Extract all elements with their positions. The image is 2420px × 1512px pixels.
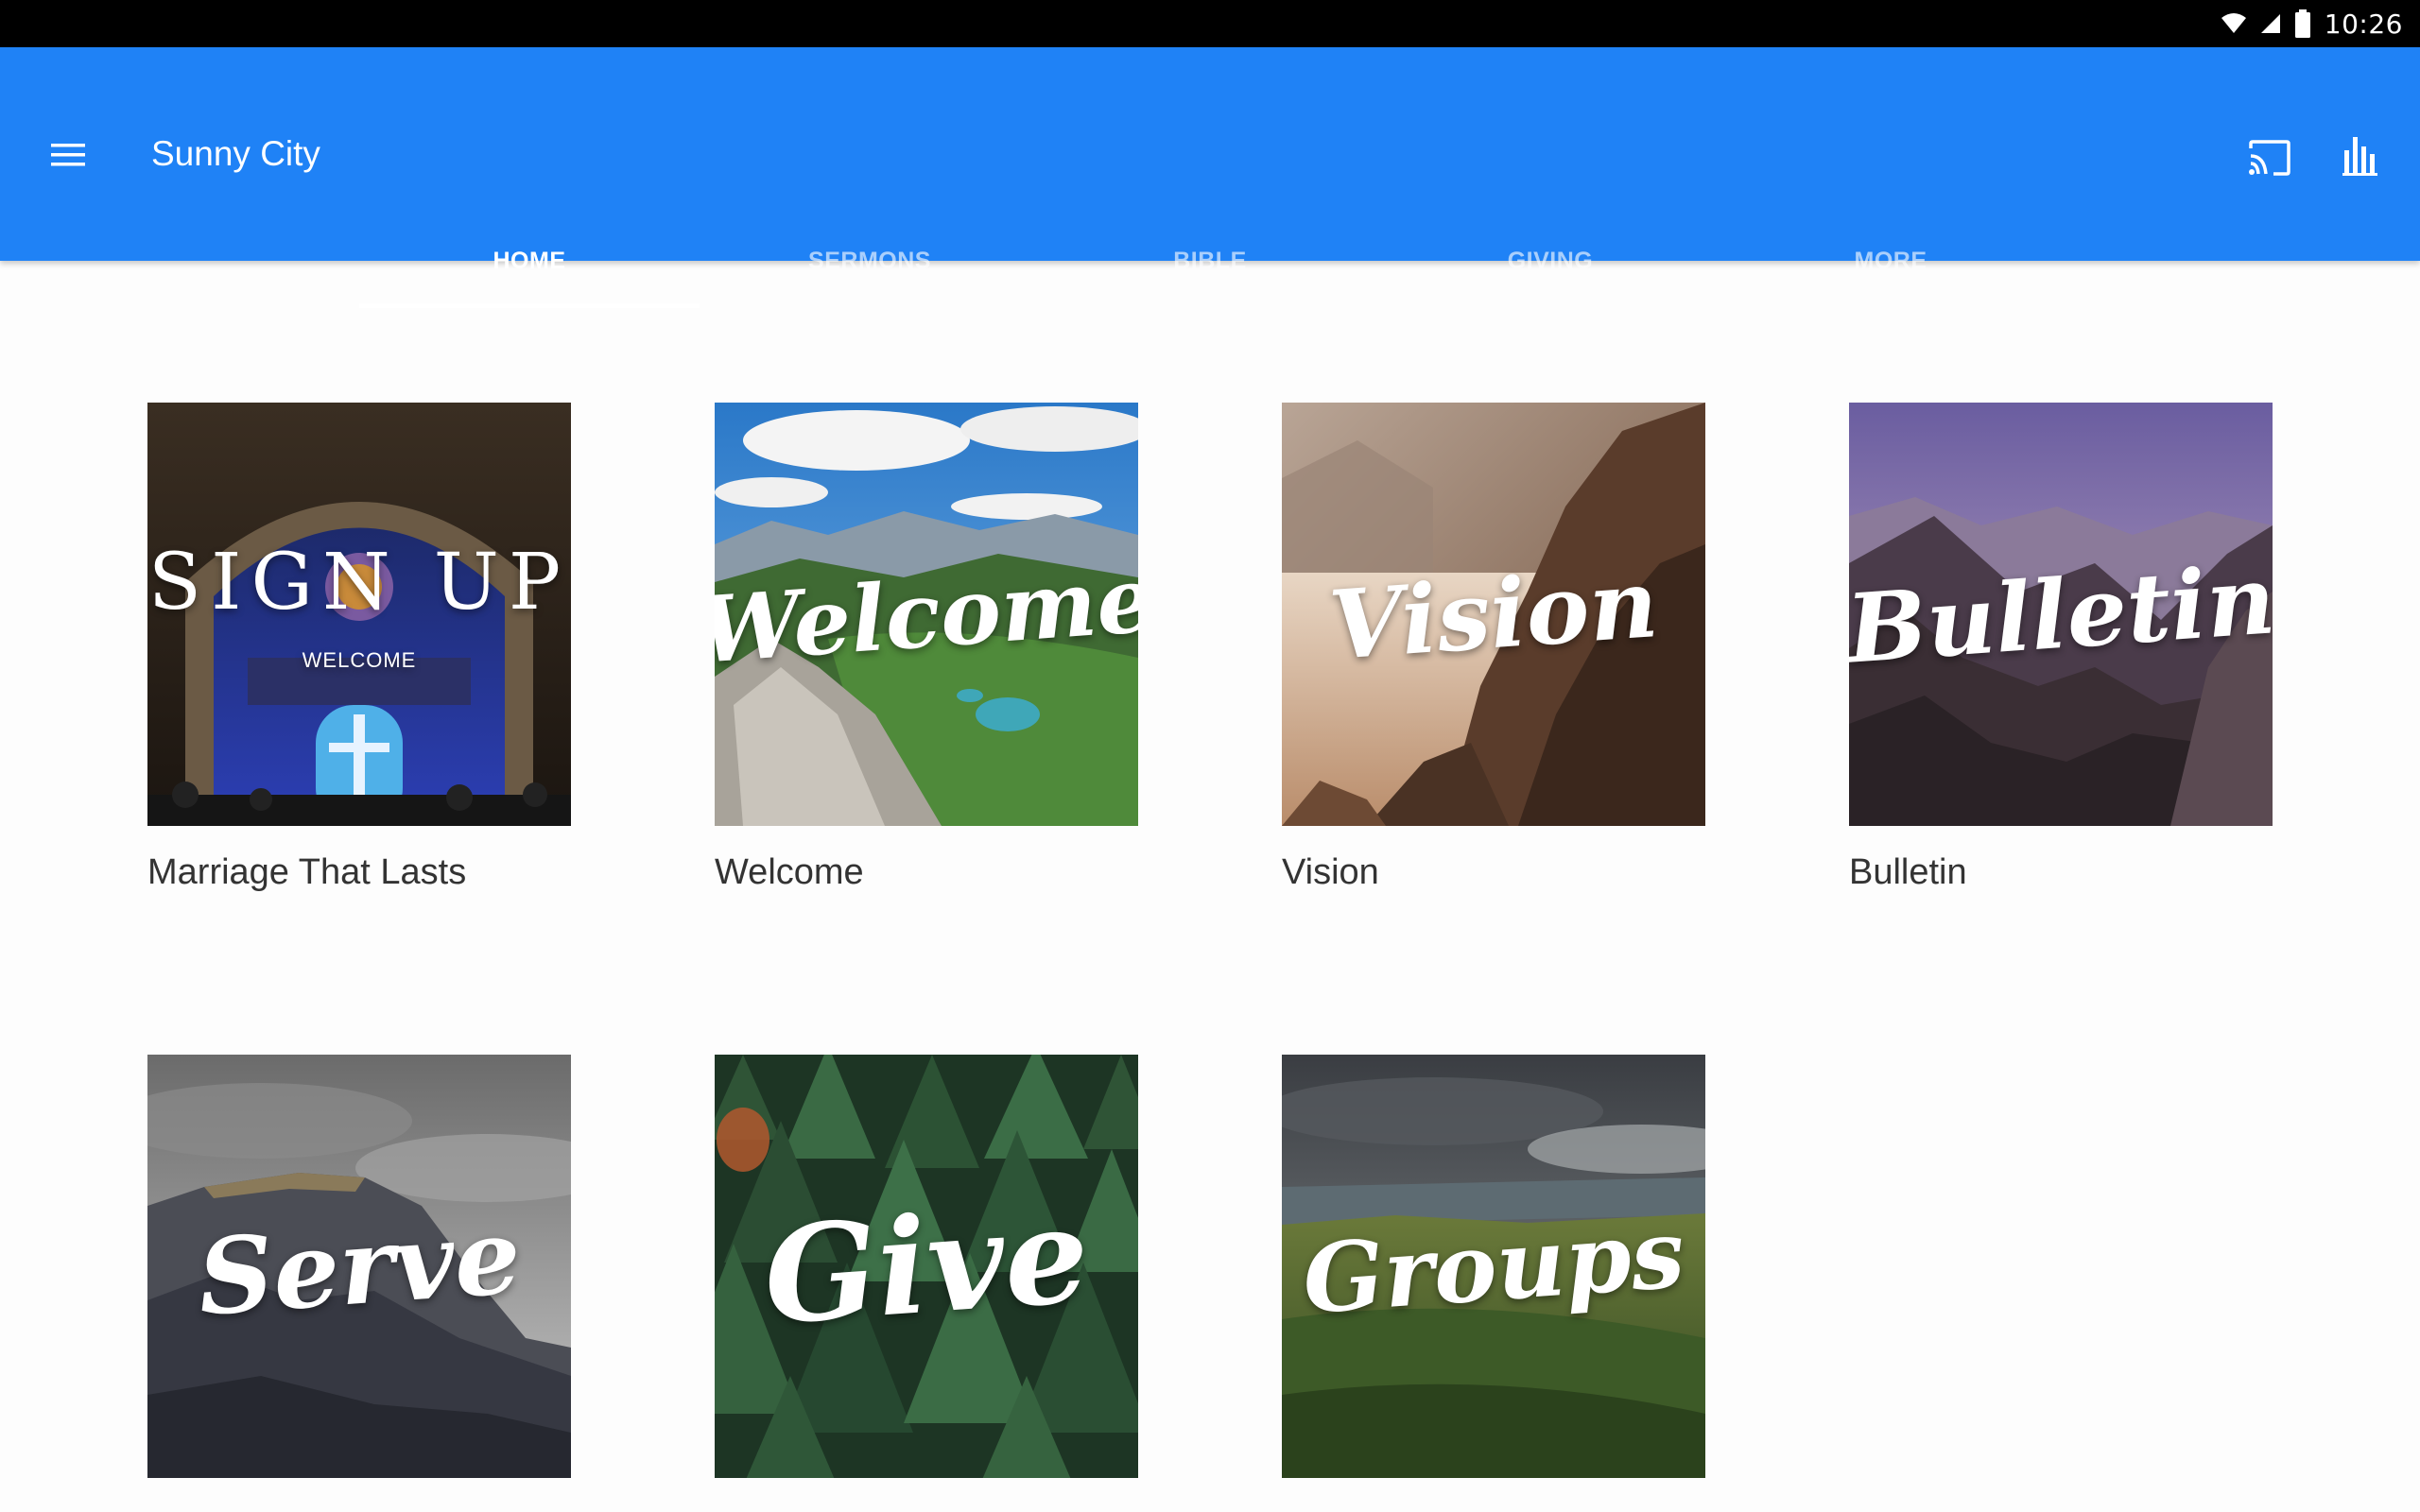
battery-icon [2294, 9, 2310, 38]
card-image: Give [715, 1055, 1138, 1478]
card-image-text: Groups [1299, 1197, 1688, 1335]
menu-icon [51, 144, 85, 166]
card-caption: Vision [1282, 852, 1379, 892]
card-image-text: SIGN UP WELCOME [147, 537, 571, 672]
tab-home[interactable]: HOME [359, 214, 700, 308]
card-image-text: Vision [1325, 547, 1662, 681]
card-image: SIGN UP WELCOME [147, 403, 571, 826]
card-image-text: Bulletin [1849, 543, 2273, 685]
card-image-text: Serve [194, 1194, 525, 1339]
card-image: Bulletin [1849, 403, 2273, 826]
card-caption: Welcome [715, 852, 864, 892]
tab-more[interactable]: MORE [1720, 214, 2061, 308]
card-marriage-that-lasts[interactable]: SIGN UP WELCOME Marriage That Lasts [147, 403, 571, 893]
card-caption: Marriage That Lasts [147, 852, 467, 892]
card-serve[interactable]: Serve [147, 1055, 571, 1478]
tab-giving[interactable]: GIVING [1380, 214, 1720, 308]
tab-bible[interactable]: BIBLE [1040, 214, 1380, 308]
app-title: Sunny City [151, 134, 320, 173]
card-image: Serve [147, 1055, 571, 1478]
cast-icon [2249, 140, 2290, 176]
stats-button[interactable] [2333, 129, 2388, 183]
status-icons: 10:26 [2221, 0, 2403, 47]
card-bulletin[interactable]: Bulletin Bulletin [1849, 403, 2273, 893]
card-image: Groups [1282, 1055, 1705, 1478]
card-welcome[interactable]: Welcome Welcome [715, 403, 1138, 893]
cast-button[interactable] [2242, 130, 2297, 185]
card-caption: Bulletin [1849, 852, 1967, 892]
card-give[interactable]: Give [715, 1055, 1138, 1478]
card-image-text: Give [759, 1177, 1094, 1355]
signal-icon [2260, 14, 2280, 33]
card-image: Welcome [715, 403, 1138, 826]
card-image: Vision [1282, 403, 1705, 826]
bar-chart-icon [2342, 137, 2377, 176]
status-bar: 10:26 [0, 0, 2420, 47]
card-image-text: Welcome [715, 544, 1138, 684]
tab-bar: HOME SERMONS BIBLE GIVING MORE [359, 214, 2061, 308]
wifi-icon [2221, 13, 2246, 33]
menu-button[interactable] [40, 127, 96, 183]
app-bar: Sunny City HOME SERMONS BIBLE GIVING MOR… [0, 47, 2420, 308]
tab-sermons[interactable]: SERMONS [700, 214, 1040, 308]
clock: 10:26 [2324, 8, 2403, 40]
card-vision[interactable]: Vision Vision [1282, 403, 1705, 893]
card-groups[interactable]: Groups [1282, 1055, 1705, 1478]
